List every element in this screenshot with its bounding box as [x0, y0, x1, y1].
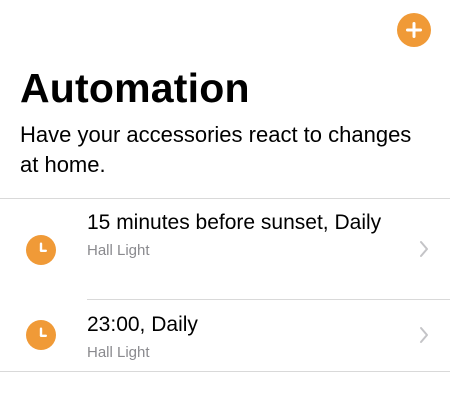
automation-title: 15 minutes before sunset, Daily: [87, 211, 382, 234]
plus-icon: [406, 22, 422, 38]
clock-icon: [26, 320, 56, 350]
automation-row-2300[interactable]: 23:00, Daily Hall Light: [0, 300, 450, 371]
automation-accessory: Hall Light: [87, 242, 150, 259]
page-title: Automation: [20, 65, 250, 111]
chevron-right-icon: [419, 326, 429, 344]
automation-text: 15 minutes before sunset, Daily Hall Lig…: [87, 209, 387, 260]
clock-icon: [26, 235, 56, 265]
automation-row-sunset[interactable]: 15 minutes before sunset, Daily Hall Lig…: [0, 199, 450, 299]
add-automation-button[interactable]: [397, 13, 431, 47]
page-subtitle: Have your accessories react to changes a…: [20, 122, 412, 177]
automation-text: 23:00, Daily Hall Light: [87, 311, 387, 362]
chevron-right-icon: [419, 240, 429, 258]
automation-list: 15 minutes before sunset, Daily Hall Lig…: [0, 198, 450, 372]
automation-title: 23:00, Daily: [87, 313, 198, 336]
list-bottom-separator: [0, 371, 450, 372]
automation-accessory: Hall Light: [87, 344, 150, 361]
